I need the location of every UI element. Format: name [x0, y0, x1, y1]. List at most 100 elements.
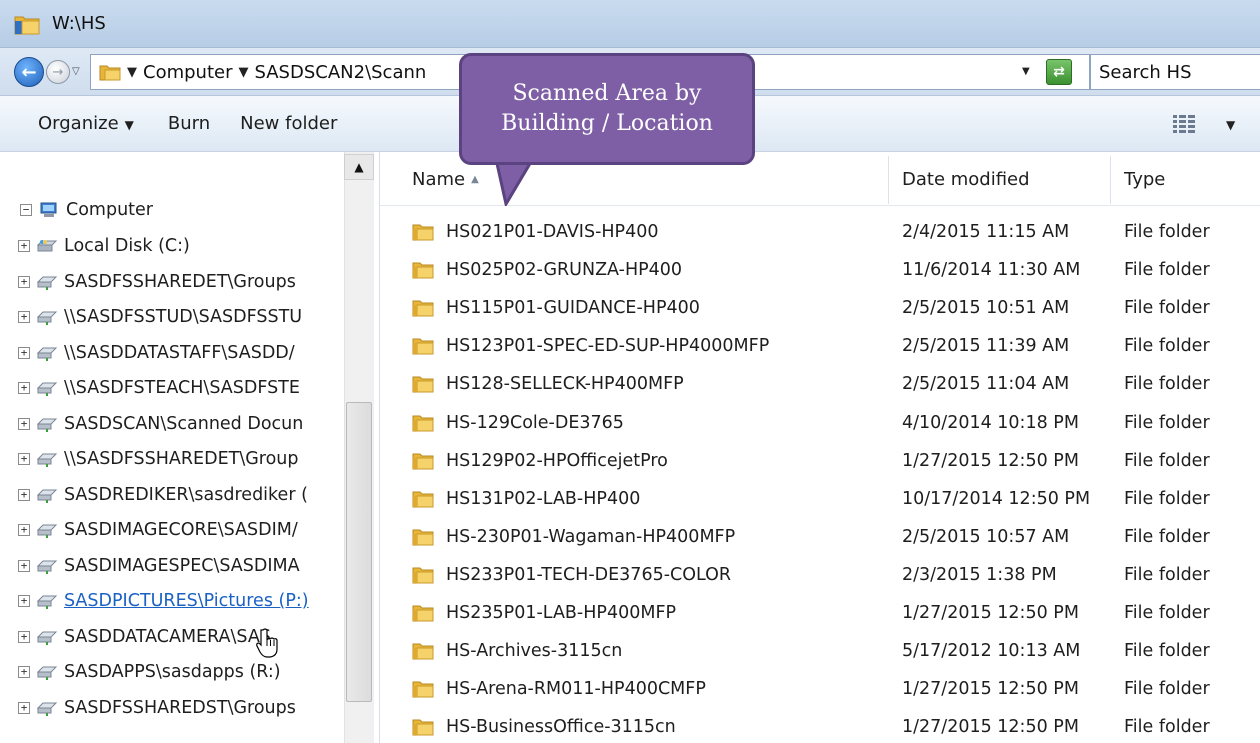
tree-item-drive[interactable]: + \\SASDFSTEACH\SASDFSTE — [0, 371, 344, 405]
tree-item-drive[interactable]: + Local Disk (C:) — [0, 229, 344, 263]
expand-toggle-icon[interactable]: + — [18, 417, 30, 430]
expand-toggle-icon[interactable]: + — [18, 382, 30, 394]
tree-item-label: SASDAPPS\sasdapps (R:) — [64, 662, 281, 682]
expand-toggle-icon[interactable]: + — [18, 275, 30, 288]
expand-toggle-icon[interactable]: + — [18, 630, 30, 643]
network-drive-icon — [36, 382, 58, 396]
tree-item-label: SASDREDIKER\sasdrediker ( — [64, 484, 308, 505]
file-row[interactable]: HS025P02-GRUNZA-HP400 11/6/2014 11:30 AM F… — [380, 251, 1260, 289]
tree-item-label: SASDFSSHAREDET\Groups — [64, 271, 296, 292]
tree-item-drive[interactable]: + SASDFSSHAREDST\Groups — [0, 691, 344, 725]
back-button[interactable]: ← — [14, 57, 44, 87]
file-row[interactable]: HS128-SELLECK-HP400MFP 2/5/2015 11:04 AM F… — [380, 365, 1260, 403]
file-type: File folder — [1124, 679, 1210, 700]
tree-item-drive[interactable]: + \\SASDFSSTUD\SASDFSSTU — [0, 300, 344, 334]
breadcrumb-arrow-icon[interactable]: ▼ — [238, 65, 248, 80]
tree-item-drive[interactable]: + SASDREDIKER\sasdrediker ( — [0, 478, 344, 512]
expand-toggle-icon[interactable]: + — [18, 311, 30, 323]
file-name: HS123P01-SPEC-ED-SUP-HP4000MFP — [446, 336, 770, 357]
scroll-up-button[interactable]: ▲ — [344, 154, 374, 180]
file-row[interactable]: HS233P01-TECH-DE3765-COLOR 2/3/2015 1:38 … — [380, 556, 1260, 594]
tree-item-drive[interactable]: + SASDIMAGESPEC\SASDIMA — [0, 549, 344, 583]
tree-item-drive[interactable]: + SASDAPPS\sasdapps (R:) — [0, 655, 344, 689]
file-date: 2/3/2015 1:38 PM — [902, 564, 1057, 585]
recent-pages-dropdown[interactable]: ▽ — [72, 66, 80, 77]
file-row[interactable]: HS131P02-LAB-HP400 10/17/2014 12:50 PM Fil… — [380, 480, 1260, 518]
tree-item-computer[interactable]: − Computer — [0, 193, 344, 227]
file-type: File folder — [1124, 450, 1210, 471]
file-row[interactable]: HS-BusinessOffice-3115cn 1/27/2015 12:50 … — [380, 708, 1260, 743]
collapse-toggle-icon[interactable]: − — [20, 204, 32, 216]
file-name: HS128-SELLECK-HP400MFP — [446, 374, 684, 395]
network-drive-icon — [36, 666, 58, 680]
expand-toggle-icon[interactable]: + — [18, 595, 30, 607]
file-row[interactable]: HS-230P01-Wagaman-HP400MFP 2/5/2015 10:57… — [380, 518, 1260, 556]
file-row[interactable]: HS123P01-SPEC-ED-SUP-HP4000MFP 2/5/2015 1… — [380, 327, 1260, 365]
file-row[interactable]: HS235P01-LAB-HP400MFP 1/27/2015 12:50 PM F… — [380, 594, 1260, 632]
file-row[interactable]: HS-Archives-3115cn 5/17/2012 10:13 AM File… — [380, 632, 1260, 670]
column-header-type[interactable]: Type — [1124, 152, 1165, 206]
file-date: 1/27/2015 12:50 PM — [902, 679, 1079, 700]
file-name: HS131P02-LAB-HP400 — [446, 488, 641, 509]
folder-icon — [412, 224, 434, 241]
forward-button[interactable]: → — [46, 60, 70, 84]
tree-item-drive[interactable]: + \\SASDDATASTAFF\SASDD/ — [0, 336, 344, 370]
file-date: 1/27/2015 12:50 PM — [902, 717, 1079, 738]
column-divider[interactable] — [1110, 156, 1111, 204]
file-name: HS-BusinessOffice-3115cn — [446, 717, 676, 738]
view-dropdown-button[interactable]: ▼ — [1226, 118, 1235, 132]
folder-icon — [412, 376, 434, 393]
computer-icon — [40, 202, 57, 217]
file-row[interactable]: HS-Arena-RM011-HP400CMFP 1/27/2015 12:50 … — [380, 670, 1260, 708]
network-drive-icon — [36, 560, 58, 574]
file-row[interactable]: HS-129Cole-DE3765 4/10/2014 10:18 PM File … — [380, 404, 1260, 442]
address-dropdown-button[interactable]: ▼ — [1022, 66, 1030, 77]
file-date: 5/17/2012 10:13 AM — [902, 641, 1081, 662]
breadcrumb-computer[interactable]: Computer — [143, 62, 232, 83]
tree-item-label: \\SASDDATASTAFF\SASDD/ — [64, 342, 295, 363]
tree-item-drive[interactable]: + SASDSCAN\Scanned Docun — [0, 407, 344, 441]
tree-item-drive[interactable]: + SASDPICTURES\Pictures (P:) — [0, 584, 344, 618]
tree-item-drive[interactable]: + SASDFSSHAREDET\Groups — [0, 265, 344, 299]
expand-toggle-icon[interactable]: + — [18, 240, 30, 252]
breadcrumb-scan-share[interactable]: SASDSCAN2\Scann — [254, 62, 426, 83]
search-input[interactable]: Search HS — [1090, 54, 1260, 90]
view-options-icon[interactable] — [1172, 114, 1196, 134]
file-type: File folder — [1124, 641, 1210, 662]
refresh-button[interactable]: ⇄ — [1046, 59, 1072, 85]
arrow-right-icon: → — [52, 64, 64, 80]
organize-button[interactable]: Organize ▼ — [30, 113, 142, 134]
triangle-up-icon: ▲ — [354, 160, 364, 174]
file-type: File folder — [1124, 298, 1210, 319]
file-date: 1/27/2015 12:50 PM — [902, 603, 1079, 623]
expand-toggle-icon[interactable]: + — [18, 559, 30, 572]
file-type: File folder — [1124, 717, 1210, 738]
breadcrumb-arrow-icon[interactable]: ▼ — [127, 65, 137, 80]
expand-toggle-icon[interactable]: + — [18, 701, 30, 714]
file-date: 2/5/2015 11:04 AM — [902, 374, 1070, 395]
callout-line-1: Scanned Area by — [512, 81, 702, 106]
file-row[interactable]: HS129P02-HPOfficejetPro 1/27/2015 12:50 P… — [380, 442, 1260, 480]
tree-item-drive[interactable]: + SASDDATACAMERA\SAS — [0, 620, 344, 654]
expand-toggle-icon[interactable]: + — [18, 488, 30, 501]
callout-annotation: Scanned Area by Building / Location — [459, 53, 755, 165]
burn-button[interactable]: Burn — [160, 113, 218, 134]
new-folder-button[interactable]: New folder — [232, 113, 345, 134]
expand-toggle-icon[interactable]: + — [18, 666, 30, 678]
scrollbar-thumb[interactable] — [346, 402, 372, 702]
file-name: HS-Archives-3115cn — [446, 641, 623, 662]
column-header-date[interactable]: Date modified — [902, 152, 1030, 206]
network-drive-icon — [36, 347, 58, 361]
tree-item-drive[interactable]: + \\SASDFSSHAREDET\Group — [0, 442, 344, 476]
file-row[interactable]: HS115P01-GUIDANCE-HP400 2/5/2015 10:51 AM… — [380, 289, 1260, 327]
column-divider[interactable] — [888, 156, 889, 204]
folder-icon — [412, 567, 434, 584]
expand-toggle-icon[interactable]: + — [18, 453, 30, 465]
folder-icon — [99, 65, 121, 81]
expand-toggle-icon[interactable]: + — [18, 346, 30, 359]
file-row[interactable]: HS021P01-DAVIS-HP400 2/4/2015 11:15 AM Fil… — [380, 213, 1260, 251]
tree-item-drive[interactable]: + SASDIMAGECORE\SASDIM/ — [0, 513, 344, 547]
callout-line-2: Building / Location — [501, 111, 713, 136]
file-type: File folder — [1124, 222, 1210, 242]
expand-toggle-icon[interactable]: + — [18, 524, 30, 536]
